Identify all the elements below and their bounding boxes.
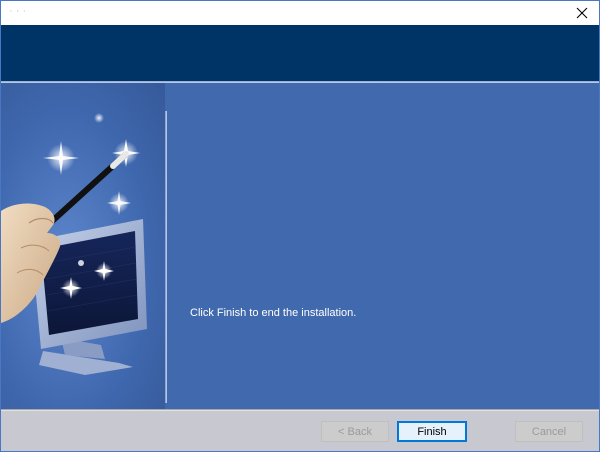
button-bar: < Back Finish Cancel (1, 411, 599, 451)
installer-window: · · · Click Finish to end the installati… (0, 0, 600, 452)
magic-wand-computer-icon (1, 113, 147, 375)
wizard-content: Click Finish to end the installation. (1, 83, 599, 413)
close-icon (576, 7, 588, 19)
art-divider (165, 111, 167, 403)
title-bar: · · · (1, 1, 599, 25)
header-banner (1, 25, 599, 81)
finish-message: Click Finish to end the installation. (190, 307, 357, 319)
finish-button[interactable]: Finish (397, 421, 467, 442)
cancel-button[interactable]: Cancel (515, 421, 583, 442)
back-button[interactable]: < Back (321, 421, 389, 442)
wizard-art-panel (1, 83, 165, 413)
close-button[interactable] (565, 1, 599, 25)
window-title: · · · (9, 5, 27, 17)
